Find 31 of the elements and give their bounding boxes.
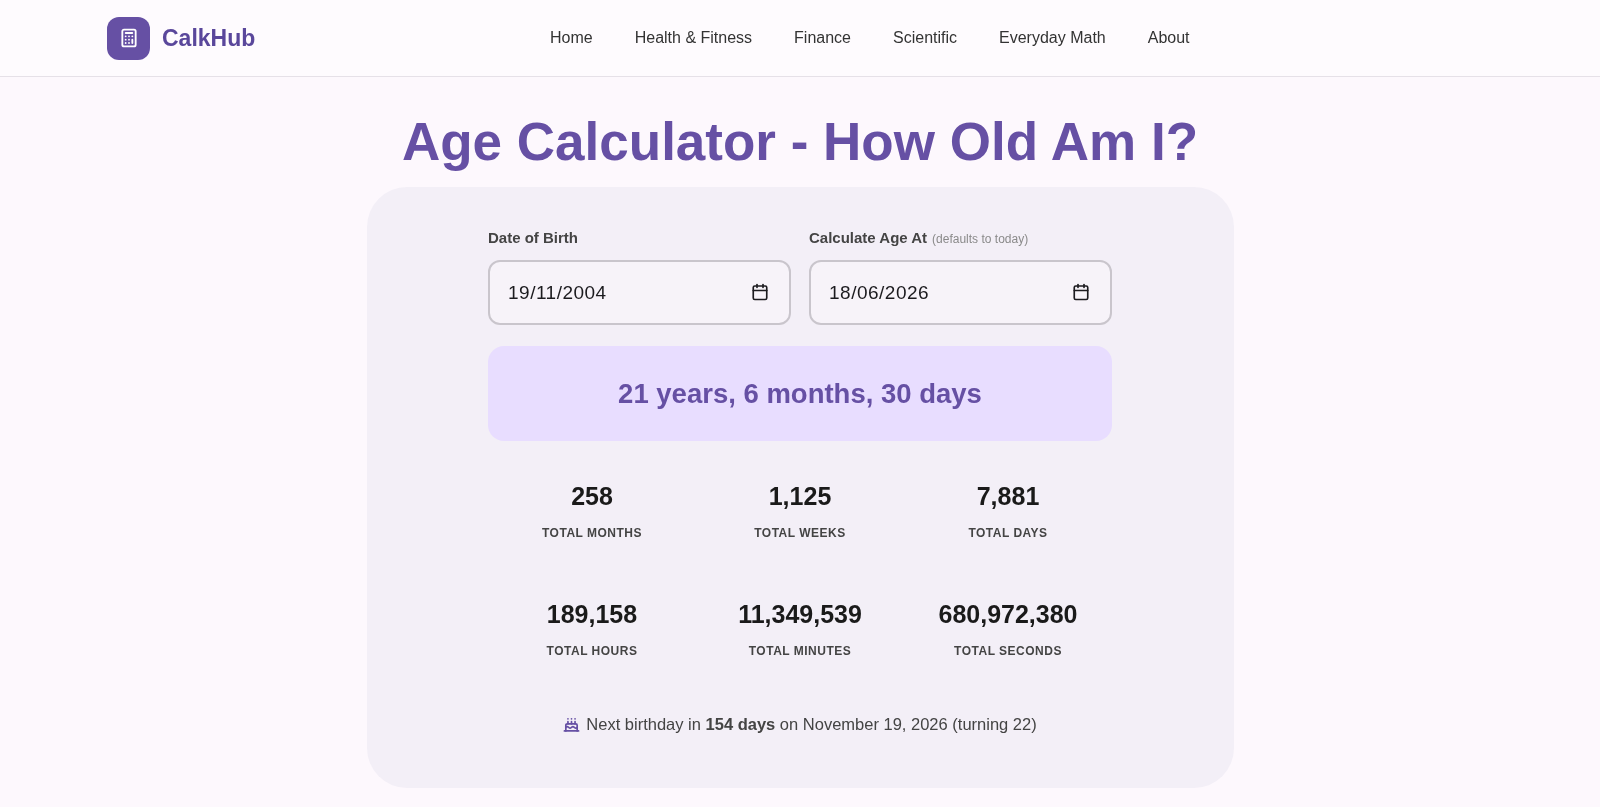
nav-link[interactable]: About xyxy=(1147,26,1190,50)
stat-value: 189,158 xyxy=(546,600,638,628)
stat-value: 680,972,380 xyxy=(938,600,1078,628)
calendar-icon[interactable] xyxy=(1072,283,1090,301)
stat-label: TOTAL WEEKS xyxy=(754,526,846,540)
calculator-logo-icon[interactable] xyxy=(107,16,150,60)
stat-value: 1,125 xyxy=(768,482,832,510)
stat-value: 11,349,539 xyxy=(738,600,862,628)
date-input-field[interactable]: 19/11/2004 xyxy=(488,260,791,325)
next-birthday-text: Next birthday in 154 days on November 19, 2026 (turning 22) xyxy=(586,714,1037,735)
stat-value: 258 xyxy=(571,482,613,510)
nav-link[interactable]: Scientific xyxy=(893,26,958,50)
page-title: Age Calculator - How Old Am I? xyxy=(401,111,1198,173)
nav-link[interactable]: Home xyxy=(550,26,593,50)
field-hint: (defaults to today) xyxy=(932,231,1029,248)
stat-label: TOTAL MINUTES xyxy=(748,644,852,658)
nav-link[interactable]: Everyday Math xyxy=(999,26,1106,50)
field-label: Calculate Age At xyxy=(809,228,928,248)
field-label: Date of Birth xyxy=(488,228,578,248)
stat-label: TOTAL DAYS xyxy=(968,526,1048,540)
stat-label: TOTAL MONTHS xyxy=(542,526,642,540)
calendar-icon[interactable] xyxy=(751,283,769,301)
nav-link[interactable]: Health & Fitness xyxy=(634,26,753,50)
stat-value: 7,881 xyxy=(976,482,1040,510)
stat-label: TOTAL SECONDS xyxy=(954,644,1062,658)
cake-icon xyxy=(563,715,581,733)
date-input-field[interactable]: 18/06/2026 xyxy=(809,260,1112,325)
age-result: 21 years, 6 months, 30 days xyxy=(618,376,982,411)
stat-label: TOTAL HOURS xyxy=(546,644,638,658)
brand-name[interactable]: CalkHub xyxy=(162,20,256,56)
nav-link[interactable]: Finance xyxy=(794,26,851,50)
